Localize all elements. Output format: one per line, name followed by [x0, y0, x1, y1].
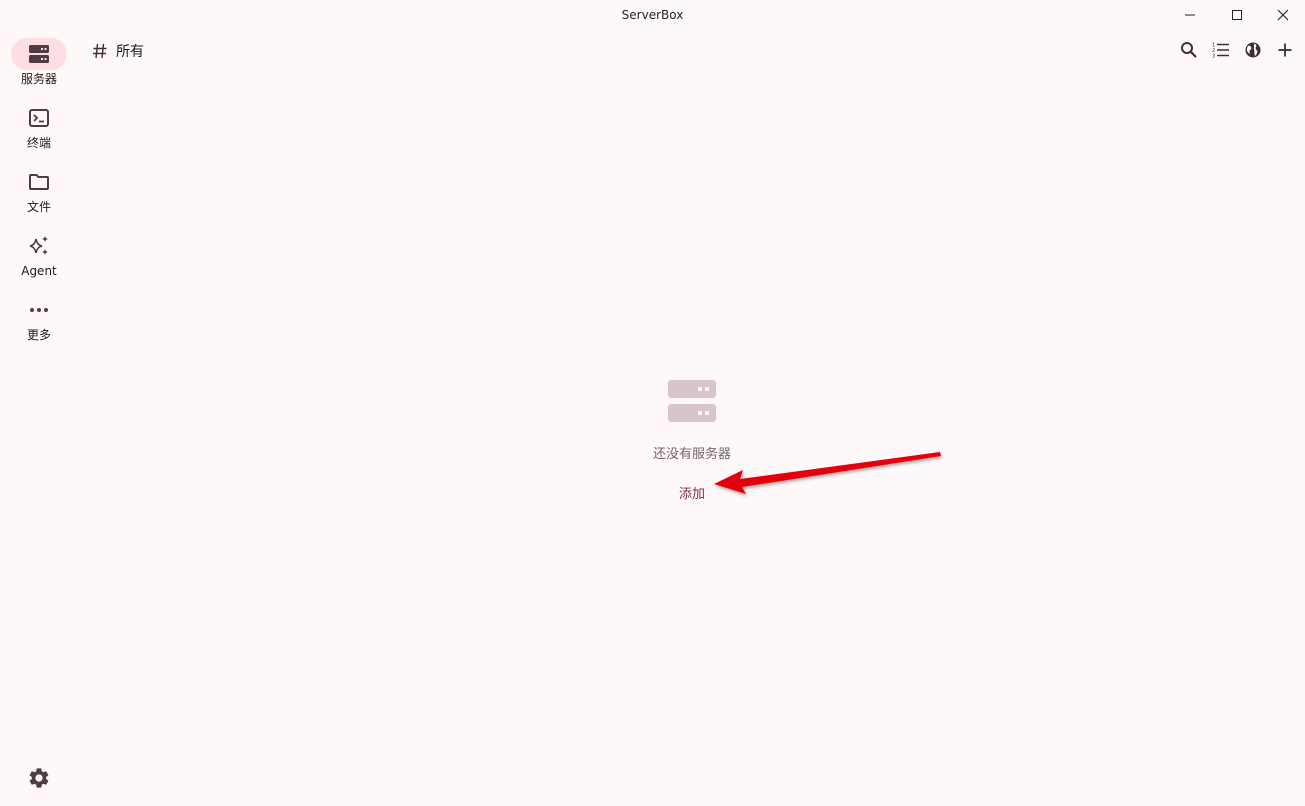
serverbox-app: ServerBox 服务器 终端 文件 Agent 更多 所有 1 2 3 还没… — [0, 0, 1305, 806]
group-filter-chip[interactable]: 所有 — [90, 38, 144, 64]
list-view-button[interactable]: 1 2 3 — [1209, 38, 1233, 62]
svg-text:3: 3 — [1212, 54, 1215, 60]
rail-label-servers: 服务器 — [20, 72, 57, 86]
annotation-arrow — [714, 452, 941, 494]
maximize-button[interactable] — [1214, 0, 1260, 30]
settings-button[interactable] — [27, 766, 51, 790]
add-icon — [1278, 43, 1292, 57]
header-toolbar: 1 2 3 — [1177, 38, 1297, 62]
server-placeholder-icon — [668, 380, 716, 422]
rail-label-agent: Agent — [21, 264, 57, 278]
more-horiz-icon — [30, 308, 48, 312]
rail-label-more: 更多 — [26, 328, 51, 342]
globe-icon — [1245, 42, 1261, 58]
search-icon — [1181, 42, 1197, 58]
add-server-button[interactable] — [1273, 38, 1297, 62]
add-server-link[interactable]: 添加 — [664, 483, 720, 502]
gear-icon — [29, 768, 49, 788]
navigation-rail: 服务器 终端 文件 Agent 更多 — [0, 30, 78, 806]
globe-button[interactable] — [1241, 38, 1265, 62]
search-button[interactable] — [1177, 38, 1201, 62]
terminal-icon — [29, 109, 49, 127]
hashtag-icon — [93, 43, 107, 59]
window-title: ServerBox — [621, 8, 684, 22]
close-button[interactable] — [1260, 0, 1305, 30]
maximize-icon — [1232, 10, 1242, 20]
list-numbered-icon: 1 2 3 — [1212, 43, 1229, 60]
rail-label-files: 文件 — [26, 200, 51, 214]
folder-icon — [29, 174, 49, 190]
title-bar: ServerBox — [0, 0, 1305, 30]
rail-item-agent[interactable]: Agent — [0, 230, 78, 294]
rail-active-indicator — [11, 38, 67, 70]
empty-state-message: 还没有服务器 — [652, 447, 731, 462]
rail-item-more[interactable]: 更多 — [0, 294, 78, 358]
rail-item-servers[interactable]: 服务器 — [0, 38, 78, 102]
minimize-icon — [1185, 14, 1195, 16]
rail-item-terminal[interactable]: 终端 — [0, 102, 78, 166]
close-icon — [1277, 9, 1289, 21]
sparkle-icon — [29, 236, 48, 255]
group-label: 所有 — [116, 44, 144, 60]
rail-label-terminal: 终端 — [26, 136, 51, 150]
minimize-button[interactable] — [1167, 0, 1213, 30]
rail-item-files[interactable]: 文件 — [0, 166, 78, 230]
server-icon — [29, 45, 49, 63]
